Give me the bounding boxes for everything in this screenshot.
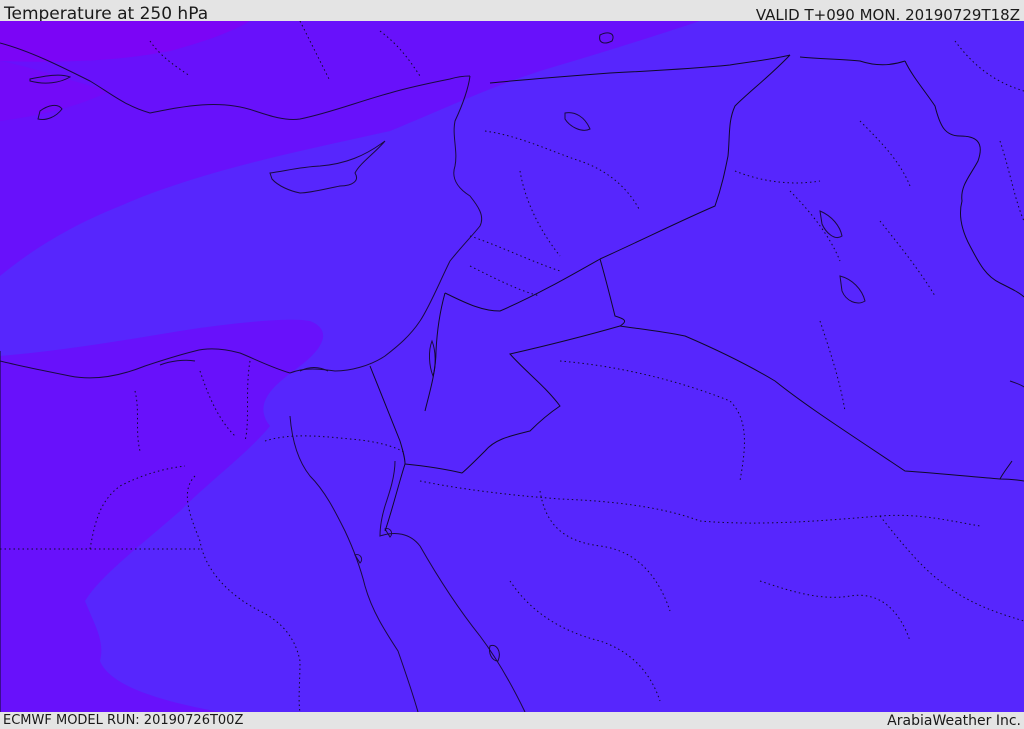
weather-map-page: Temperature at 250 hPa VALID T+090 MON. … (0, 0, 1024, 729)
temperature-map[interactable] (0, 21, 1024, 712)
map-canvas (0, 21, 1024, 712)
header-bar: Temperature at 250 hPa VALID T+090 MON. … (0, 0, 1024, 24)
footer-bar: ECMWF MODEL RUN: 20190726T00Z ArabiaWeat… (0, 712, 1024, 729)
model-run-label: ECMWF MODEL RUN: 20190726T00Z (3, 713, 244, 728)
credit-label: ArabiaWeather Inc. (887, 713, 1021, 729)
